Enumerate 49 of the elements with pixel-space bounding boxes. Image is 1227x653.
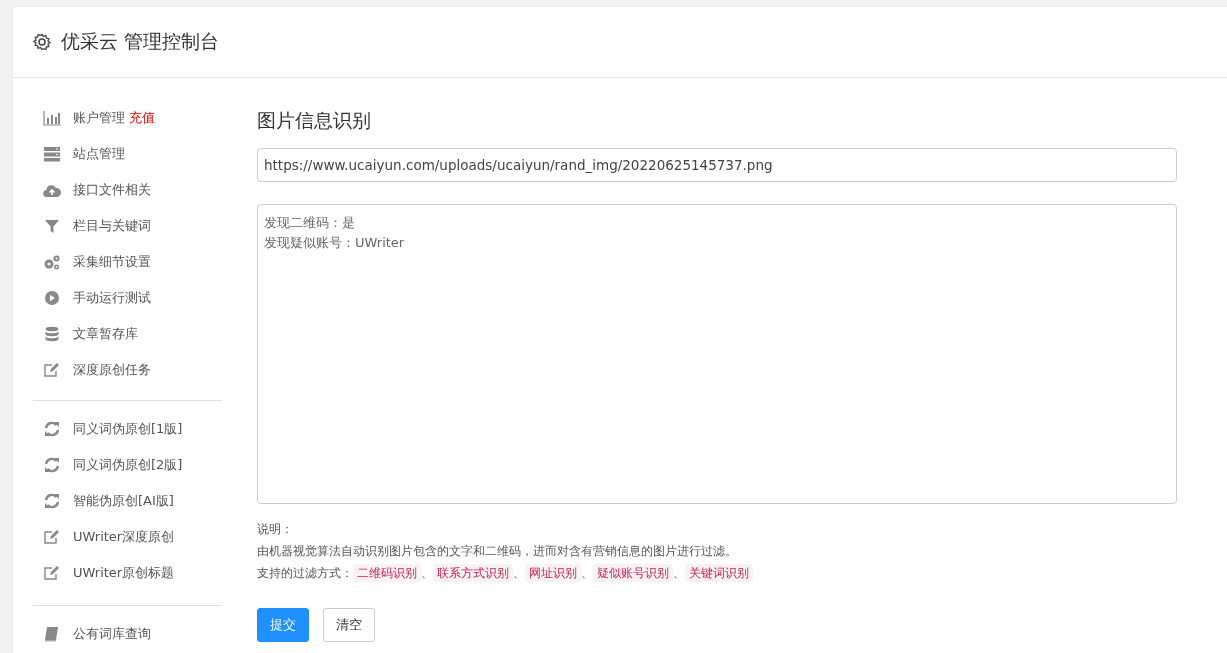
sidebar-item[interactable]: 智能伪原创[AI版] [33, 483, 222, 519]
filters-label: 支持的过滤方式： [257, 565, 353, 582]
sidebar-item[interactable]: 同义词伪原创[1版] [33, 411, 222, 447]
sidebar-item[interactable]: 手动运行测试 [33, 280, 222, 316]
sidebar-item[interactable]: 接口文件相关 [33, 172, 222, 208]
filter-tag: 二维码识别 [353, 564, 421, 582]
server-icon [43, 146, 61, 162]
sidebar-item-label: 账户管理 [73, 109, 125, 127]
filter-tag: 网址识别 [525, 564, 581, 582]
sidebar-item[interactable]: 采集细节设置 [33, 244, 222, 280]
url-field[interactable]: https://www.ucaiyun.com/uploads/ucaiyun/rand_img/20220625145737.png [257, 148, 1177, 182]
sidebar-item[interactable]: 站点管理 [33, 136, 222, 172]
refresh-icon [43, 457, 61, 473]
recharge-link[interactable]: 充值 [129, 109, 155, 127]
gears-icon [43, 254, 61, 270]
list-separator: 、 [581, 565, 593, 582]
edit-icon [43, 529, 61, 545]
clear-button[interactable]: 清空 [323, 608, 375, 642]
sidebar-item[interactable]: 账户管理 充值 [33, 100, 222, 136]
list-separator: 、 [421, 565, 433, 582]
play-icon [43, 290, 61, 306]
list-separator: 、 [513, 565, 525, 582]
sidebar-item[interactable]: 同义词伪原创[2版] [33, 447, 222, 483]
page-title: 图片信息识别 [257, 108, 372, 133]
notes-heading: 说明： [257, 521, 294, 538]
sidebar-item[interactable]: UWriter原创标题 [33, 555, 222, 591]
filter-tag: 关键词识别 [685, 564, 753, 582]
sidebar-item[interactable]: 深度原创任务 [33, 352, 222, 388]
result-line: 发现二维码：是 [264, 214, 355, 232]
sidebar-item[interactable]: UWriter深度原创 [33, 519, 222, 555]
refresh-icon [43, 421, 61, 437]
notes-text: 由机器视觉算法自动识别图片包含的文字和二维码，进而对含有营销信息的图片进行过滤。 [257, 543, 738, 560]
refresh-icon [43, 493, 61, 509]
list-separator: 、 [673, 565, 685, 582]
sidebar-item[interactable]: 公有词库查询 [33, 616, 222, 652]
sidebar-item[interactable]: 文章暂存库 [33, 316, 222, 352]
database-icon [43, 326, 61, 342]
result-box[interactable]: 发现二维码：是 发现疑似账号：UWriter [257, 204, 1177, 504]
filter-tag: 联系方式识别 [433, 564, 513, 582]
gear-icon [33, 33, 51, 51]
funnel-icon [43, 218, 61, 234]
result-line: 发现疑似账号：UWriter [264, 234, 405, 252]
cloud-upload-icon [43, 182, 61, 198]
filter-tag: 疑似账号识别 [593, 564, 673, 582]
bar-chart-icon [43, 110, 61, 126]
app-title: 优采云 管理控制台 [61, 29, 220, 54]
edit-icon [43, 362, 61, 378]
sidebar-item[interactable]: 栏目与关键词 [33, 208, 222, 244]
edit-icon [43, 565, 61, 581]
